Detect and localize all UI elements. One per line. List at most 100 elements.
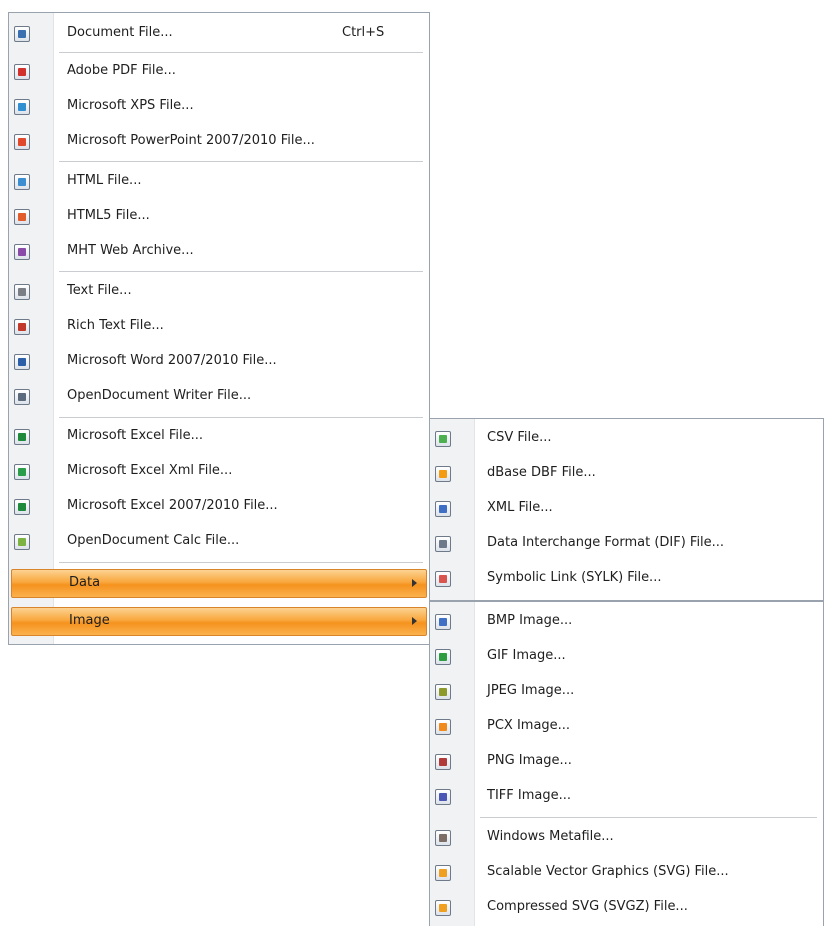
sylk-icon xyxy=(435,571,451,587)
ods-icon xyxy=(14,534,30,550)
menu-item-label: TIFF Image... xyxy=(487,788,571,803)
xps-icon xyxy=(14,99,30,115)
html-icon xyxy=(14,174,30,190)
menu-item-word[interactable]: Microsoft Word 2007/2010 File... xyxy=(9,344,429,379)
menu-item-label: Microsoft Excel 2007/2010 File... xyxy=(67,498,278,513)
excel-2007-icon xyxy=(14,499,30,515)
menu-item-excel[interactable]: Microsoft Excel File... xyxy=(9,419,429,454)
menu-item-odt[interactable]: OpenDocument Writer File... xyxy=(9,379,429,414)
xml-icon xyxy=(435,501,451,517)
word-icon xyxy=(14,354,30,370)
menu-item-xml[interactable]: XML File... xyxy=(430,491,823,526)
menu-item-label: Microsoft XPS File... xyxy=(67,98,194,113)
menu-item-label: HTML5 File... xyxy=(67,208,150,223)
odt-icon xyxy=(14,389,30,405)
menu-item-png[interactable]: PNG Image... xyxy=(430,744,823,779)
menu-item-ods[interactable]: OpenDocument Calc File... xyxy=(9,524,429,559)
submenu-arrow-icon xyxy=(412,617,417,625)
separator xyxy=(59,161,423,162)
menu-item-label: dBase DBF File... xyxy=(487,465,596,480)
powerpoint-icon xyxy=(14,134,30,150)
png-icon xyxy=(435,754,451,770)
menu-item-label: Microsoft Excel File... xyxy=(67,428,204,443)
export-menu: Document File... Ctrl+S Adobe PDF File..… xyxy=(8,12,430,645)
excel-xml-icon xyxy=(14,464,30,480)
menu-item-svgz[interactable]: Compressed SVG (SVGZ) File... xyxy=(430,890,823,925)
menu-item-wmf[interactable]: Windows Metafile... xyxy=(430,820,823,855)
html5-icon xyxy=(14,209,30,225)
dbf-icon xyxy=(435,466,451,482)
document-file-icon xyxy=(14,26,30,42)
menu-item-text[interactable]: Text File... xyxy=(9,274,429,309)
image-submenu: BMP Image... GIF Image... JPEG Image... … xyxy=(429,601,824,926)
menu-item-label: GIF Image... xyxy=(487,648,566,663)
menu-item-label: Microsoft Excel Xml File... xyxy=(67,463,233,478)
dif-icon xyxy=(435,536,451,552)
rich-text-icon xyxy=(14,319,30,335)
menu-item-label: Microsoft PowerPoint 2007/2010 File... xyxy=(67,133,315,148)
menu-item-html5[interactable]: HTML5 File... xyxy=(9,199,429,234)
separator xyxy=(59,562,423,563)
tiff-icon xyxy=(435,789,451,805)
submenu-arrow-icon xyxy=(412,579,417,587)
menu-item-label: HTML File... xyxy=(67,173,142,188)
shortcut-label: Ctrl+S xyxy=(342,25,385,40)
menu-item-excel-2007[interactable]: Microsoft Excel 2007/2010 File... xyxy=(9,489,429,524)
menu-item-svg[interactable]: Scalable Vector Graphics (SVG) File... xyxy=(430,855,823,890)
menu-item-html[interactable]: HTML File... xyxy=(9,164,429,199)
separator xyxy=(59,52,423,53)
menu-item-label: Windows Metafile... xyxy=(487,829,614,844)
menu-item-bmp[interactable]: BMP Image... xyxy=(430,604,823,639)
menu-item-label: JPEG Image... xyxy=(487,683,575,698)
csv-icon xyxy=(435,431,451,447)
menu-item-tiff[interactable]: TIFF Image... xyxy=(430,779,823,814)
menu-item-label: Data Interchange Format (DIF) File... xyxy=(487,535,725,550)
menu-item-gif[interactable]: GIF Image... xyxy=(430,639,823,674)
menu-item-pdf[interactable]: Adobe PDF File... xyxy=(9,54,429,89)
menu-item-document-file[interactable]: Document File... Ctrl+S xyxy=(9,16,429,51)
menu-item-image[interactable]: Image xyxy=(9,604,429,639)
menu-item-label: XML File... xyxy=(487,500,553,515)
menu-item-label: Microsoft Word 2007/2010 File... xyxy=(67,353,277,368)
menu-item-label: Symbolic Link (SYLK) File... xyxy=(487,570,662,585)
gif-icon xyxy=(435,649,451,665)
menu-item-dif[interactable]: Data Interchange Format (DIF) File... xyxy=(430,526,823,561)
jpeg-icon xyxy=(435,684,451,700)
menu-item-csv[interactable]: CSV File... xyxy=(430,421,823,456)
menu-item-label: Document File... xyxy=(67,25,173,40)
pcx-icon xyxy=(435,719,451,735)
menu-item-label: Scalable Vector Graphics (SVG) File... xyxy=(487,864,729,879)
menu-item-label: Rich Text File... xyxy=(67,318,164,333)
menu-item-label: PNG Image... xyxy=(487,753,572,768)
menu-item-excel-xml[interactable]: Microsoft Excel Xml File... xyxy=(9,454,429,489)
svgz-icon xyxy=(435,900,451,916)
bmp-icon xyxy=(435,614,451,630)
menu-item-powerpoint[interactable]: Microsoft PowerPoint 2007/2010 File... xyxy=(9,124,429,159)
menu-item-label: Data xyxy=(69,575,101,590)
svg-icon xyxy=(435,865,451,881)
menu-item-label: Image xyxy=(69,613,110,628)
separator xyxy=(59,271,423,272)
menu-item-mht[interactable]: MHT Web Archive... xyxy=(9,234,429,269)
menu-item-label: Adobe PDF File... xyxy=(67,63,176,78)
menu-item-dbf[interactable]: dBase DBF File... xyxy=(430,456,823,491)
mht-icon xyxy=(14,244,30,260)
menu-item-label: OpenDocument Calc File... xyxy=(67,533,240,548)
separator xyxy=(59,417,423,418)
menu-item-label: MHT Web Archive... xyxy=(67,243,194,258)
pdf-icon xyxy=(14,64,30,80)
separator xyxy=(480,817,817,818)
menu-item-label: Compressed SVG (SVGZ) File... xyxy=(487,899,688,914)
menu-item-data[interactable]: Data xyxy=(9,566,429,601)
menu-item-label: Text File... xyxy=(67,283,132,298)
menu-item-rich-text[interactable]: Rich Text File... xyxy=(9,309,429,344)
menu-item-jpeg[interactable]: JPEG Image... xyxy=(430,674,823,709)
menu-item-label: CSV File... xyxy=(487,430,552,445)
data-submenu: CSV File... dBase DBF File... XML File..… xyxy=(429,418,824,601)
menu-item-label: PCX Image... xyxy=(487,718,571,733)
menu-item-label: BMP Image... xyxy=(487,613,573,628)
menu-item-pcx[interactable]: PCX Image... xyxy=(430,709,823,744)
menu-item-xps[interactable]: Microsoft XPS File... xyxy=(9,89,429,124)
menu-item-sylk[interactable]: Symbolic Link (SYLK) File... xyxy=(430,561,823,596)
text-file-icon xyxy=(14,284,30,300)
